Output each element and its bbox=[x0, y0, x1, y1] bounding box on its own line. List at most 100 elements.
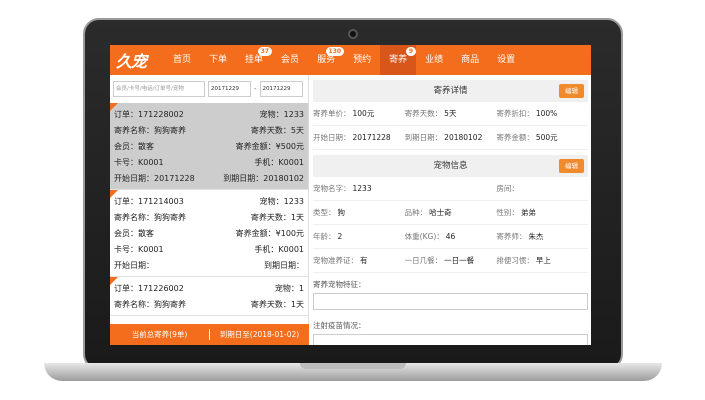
order-number: 订单：171226002 bbox=[114, 284, 184, 293]
nav-label: 预约 bbox=[353, 55, 372, 65]
order-number: 订单：171214003 bbox=[114, 197, 184, 206]
nav-pending[interactable]: 挂单 37 bbox=[236, 45, 273, 75]
start-date: 开始日期： bbox=[114, 261, 154, 270]
pet-row: 宠物名字： 1233 房间： bbox=[313, 177, 588, 201]
nav-member[interactable]: 会员 bbox=[272, 45, 308, 75]
field-key: 寄养折扣： bbox=[496, 109, 534, 118]
field-value: 20171228 bbox=[352, 133, 391, 142]
field-key: 年龄： bbox=[313, 232, 336, 241]
nav-boarding[interactable]: 寄养 9 bbox=[380, 45, 417, 75]
card-number: 卡号：K0001 bbox=[114, 245, 164, 254]
end-date: 到期日期： bbox=[264, 261, 304, 270]
traits-label: 寄养宠物特征： bbox=[313, 280, 366, 289]
boarding-days: 寄养天数：1天 bbox=[250, 300, 304, 309]
nav-products[interactable]: 商品 bbox=[452, 45, 488, 75]
corner-marker bbox=[110, 277, 118, 285]
field-key: 宠物准养证： bbox=[313, 256, 358, 265]
pet-count: 宠物：1233 bbox=[259, 197, 304, 206]
field-value: 1233 bbox=[352, 184, 372, 193]
start-date: 开始日期：20171228 bbox=[114, 174, 195, 183]
nav-label: 商品 bbox=[461, 55, 480, 65]
nav-label: 寄养 bbox=[389, 55, 408, 65]
nav-label: 设置 bbox=[497, 55, 516, 65]
nav-label: 会员 bbox=[281, 55, 300, 65]
field-key: 品种： bbox=[404, 208, 428, 217]
phone: 手机：K0001 bbox=[254, 245, 304, 254]
field-value: 5天 bbox=[444, 109, 457, 118]
boarding-amount: 寄养金额：¥500元 bbox=[235, 142, 304, 151]
pet-row: 宠物准养证：有 一日几餐： 一日一餐 排便习惯： 早上 bbox=[313, 249, 588, 273]
field-key: 排便习惯： bbox=[496, 256, 534, 265]
boarding-amount: 寄养金额：¥100元 bbox=[235, 229, 304, 238]
nav-label: 首页 bbox=[173, 55, 192, 65]
field-value: 2 bbox=[337, 232, 343, 241]
nav-home[interactable]: 首页 bbox=[164, 45, 200, 75]
detail-panel: 寄养详情 编辑 寄养单价： 100元 寄养天数： 5天 寄养折扣： 100% 开始日期… bbox=[310, 75, 591, 345]
end-date: 到期日期：20180102 bbox=[223, 174, 304, 183]
field-value: 有 bbox=[360, 256, 368, 265]
app-screen: 久宠 首页 下单 挂单 37 会员 服务 130 预约 寄养 9 业绩 商品 设置 会… bbox=[110, 45, 591, 345]
section-title: 宠物信息 bbox=[433, 161, 468, 171]
vaccine-input[interactable] bbox=[313, 334, 588, 345]
nav-label: 服务 bbox=[317, 55, 336, 65]
camera-icon bbox=[348, 29, 358, 39]
nav-label: 业绩 bbox=[425, 55, 444, 65]
field-value: 弟弟 bbox=[520, 208, 536, 217]
nav-label: 下单 bbox=[209, 55, 228, 65]
count-badge: 130 bbox=[325, 47, 345, 56]
count-badge: 9 bbox=[405, 47, 417, 56]
field-key: 开始日期： bbox=[313, 133, 351, 142]
card-number: 卡号：K0001 bbox=[114, 158, 164, 167]
field-value: 哈士奇 bbox=[429, 208, 452, 217]
date-to-input[interactable]: 20171229 bbox=[259, 81, 303, 97]
due-date-filter[interactable]: 到期日至(2018-01-02) bbox=[210, 329, 309, 340]
nav-appointment[interactable]: 预约 bbox=[344, 45, 380, 75]
field-value: 500元 bbox=[535, 133, 558, 142]
date-separator: - bbox=[254, 85, 257, 93]
field-key: 寄养师： bbox=[496, 232, 527, 241]
search-input[interactable]: 会员/卡号/电话/订单号/宠物 bbox=[113, 81, 205, 97]
field-value: 朱杰 bbox=[528, 232, 544, 241]
field-value: 46 bbox=[445, 232, 456, 241]
order-item[interactable]: 订单：171226002 宠物：1 寄养名称：狗狗寄养 寄养天数：1天 bbox=[110, 277, 308, 316]
field-value: 100% bbox=[535, 109, 558, 118]
laptop-base-notch bbox=[300, 363, 406, 369]
top-nav: 久宠 首页 下单 挂单 37 会员 服务 130 预约 寄养 9 业绩 商品 设置 bbox=[110, 45, 591, 75]
field-key: 寄养单价： bbox=[313, 109, 351, 118]
brand-logo[interactable]: 久宠 bbox=[116, 48, 164, 72]
corner-marker bbox=[110, 103, 118, 111]
field-key: 宠物名字： bbox=[313, 184, 351, 193]
member: 会员：散客 bbox=[114, 229, 154, 238]
pet-row: 年龄： 2 体重(KG)： 46 寄养师： 朱杰 bbox=[313, 225, 588, 249]
nav-label: 挂单 bbox=[245, 55, 264, 65]
total-boarding[interactable]: 当前总寄养(9单) bbox=[110, 329, 209, 340]
summary-footer: 当前总寄养(9单) 到期日至(2018-01-02) bbox=[110, 324, 309, 345]
field-key: 类型： bbox=[313, 208, 336, 217]
field-key: 体重(KG)： bbox=[404, 232, 444, 241]
field-value: 20180102 bbox=[444, 133, 483, 142]
vaccine-label: 注射疫苗情况： bbox=[313, 321, 366, 330]
field-key: 房间： bbox=[496, 184, 519, 193]
edit-boarding-button[interactable]: 编辑 bbox=[559, 84, 584, 98]
nav-order[interactable]: 下单 bbox=[200, 45, 236, 75]
field-key: 到期日期： bbox=[404, 133, 443, 142]
traits-input[interactable] bbox=[313, 293, 588, 310]
edit-pet-button[interactable]: 编辑 bbox=[559, 159, 584, 173]
filter-bar: 会员/卡号/电话/订单号/宠物 20171229 - 20171229 bbox=[110, 75, 308, 103]
corner-marker bbox=[110, 190, 118, 198]
detail-row: 寄养单价： 100元 寄养天数： 5天 寄养折扣： 100% bbox=[313, 102, 588, 126]
nav-settings[interactable]: 设置 bbox=[488, 45, 524, 75]
nav-service[interactable]: 服务 130 bbox=[308, 45, 345, 75]
nav-performance[interactable]: 业绩 bbox=[416, 45, 452, 75]
order-list-panel: 会员/卡号/电话/订单号/宠物 20171229 - 20171229 订单：1… bbox=[110, 75, 309, 345]
field-key: 一日几餐： bbox=[404, 256, 443, 265]
section-title: 寄养详情 bbox=[433, 86, 468, 96]
order-item[interactable]: 订单：171214003 宠物：1233 寄养名称：狗狗寄养 寄养天数：1天 会员：… bbox=[110, 190, 308, 277]
member: 会员：散客 bbox=[114, 142, 154, 151]
phone: 手机：K0001 bbox=[254, 158, 304, 167]
field-value: 早上 bbox=[535, 256, 551, 265]
field-value: 100元 bbox=[352, 109, 375, 118]
field-key: 寄养金额： bbox=[496, 133, 534, 142]
date-from-input[interactable]: 20171229 bbox=[208, 81, 251, 97]
order-item[interactable]: 订单：171228002 宠物：1233 寄养名称：狗狗寄养 寄养天数：5天 会员：… bbox=[110, 103, 308, 190]
